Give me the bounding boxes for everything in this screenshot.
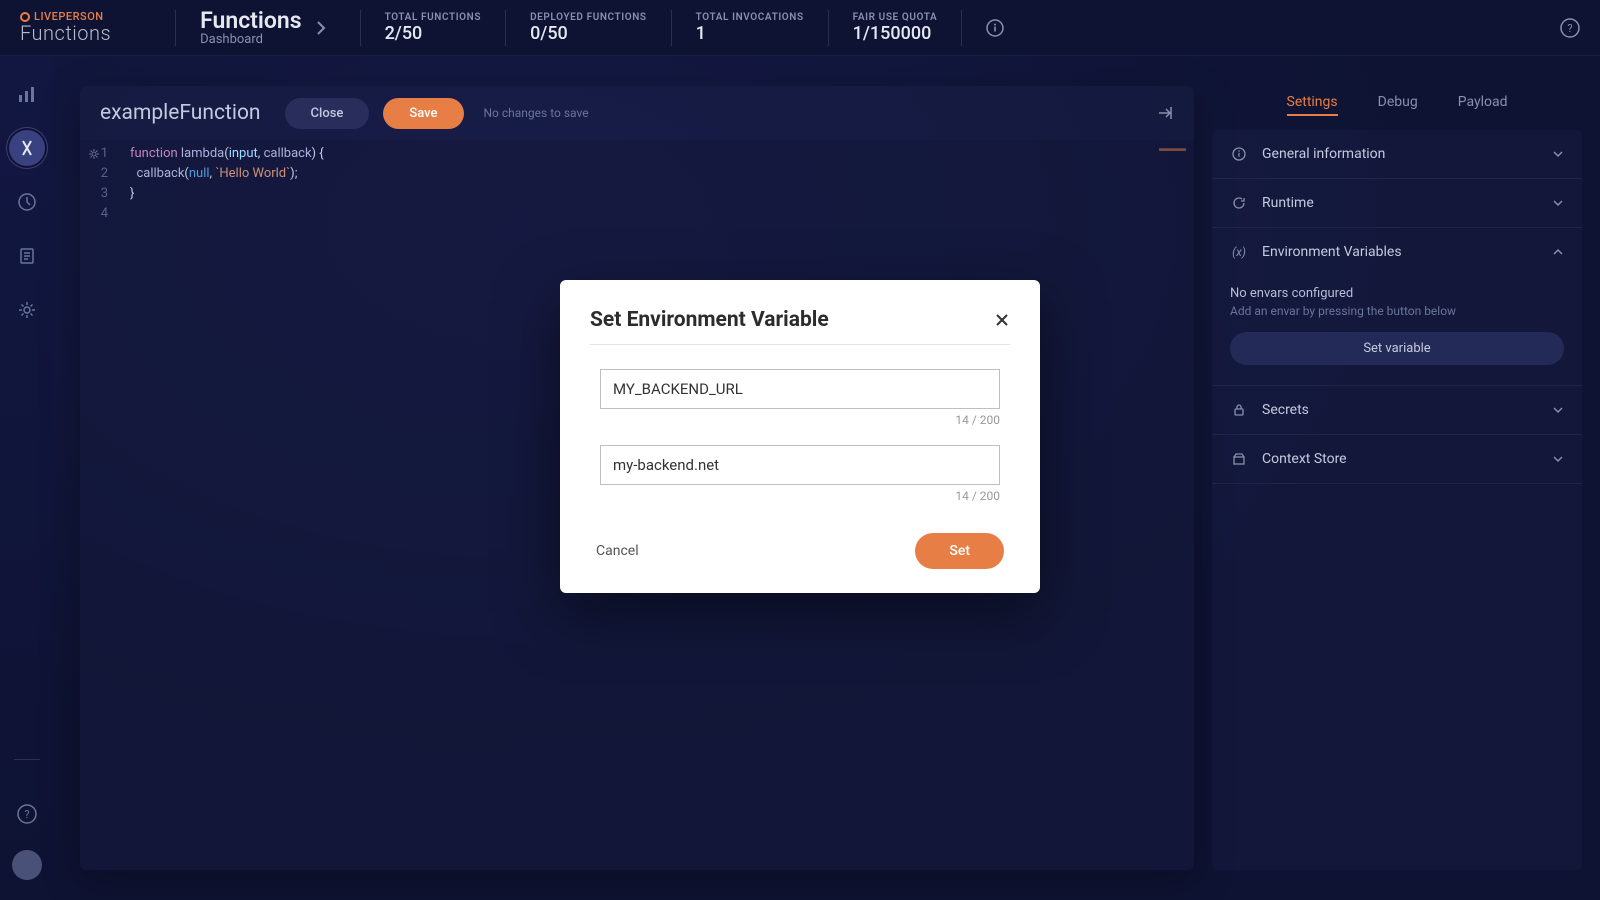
breadcrumb-title: Functions <box>200 9 301 32</box>
sidebar-item-logs[interactable] <box>9 238 45 274</box>
accordion-secrets[interactable]: Secrets <box>1212 386 1582 435</box>
set-variable-button[interactable]: Set variable <box>1230 332 1564 365</box>
code-line: 2 callback(null, `Hello World`); <box>80 164 1194 184</box>
stat-fair-use-quota: FAIR USE QUOTA 1/150000 <box>853 12 938 44</box>
envvar-value-input[interactable] <box>600 445 1000 485</box>
sidebar-item-analytics[interactable] <box>9 76 45 112</box>
settings-accordion: General information Runtime (x) Environm… <box>1212 130 1582 870</box>
code-line: 3 } <box>80 184 1194 204</box>
help-icon[interactable]: ? <box>1560 18 1580 38</box>
chevron-down-icon <box>1552 199 1564 207</box>
modal-title: Set Environment Variable <box>590 308 829 332</box>
accordion-context-store[interactable]: Context Store <box>1212 435 1582 484</box>
divider <box>175 10 176 46</box>
key-char-counter: 14 / 200 <box>600 413 1000 427</box>
envvars-empty-subtitle: Add an envar by pressing the button belo… <box>1230 304 1564 318</box>
left-sidebar: ? <box>0 56 54 900</box>
gear-icon[interactable] <box>88 148 100 160</box>
svg-text:?: ? <box>24 808 29 821</box>
tab-settings[interactable]: Settings <box>1287 94 1338 116</box>
stat-total-functions: TOTAL FUNCTIONS 2/50 <box>385 12 481 44</box>
stat-deployed-functions: DEPLOYED FUNCTIONS 0/50 <box>530 12 647 44</box>
chevron-down-icon <box>1552 150 1564 158</box>
brand-logo: LIVEPERSON Functions <box>20 10 111 45</box>
code-line: 1 function lambda(input, callback) { <box>80 144 1194 164</box>
cancel-button[interactable]: Cancel <box>596 543 639 559</box>
chevron-down-icon <box>1552 455 1564 463</box>
tab-debug[interactable]: Debug <box>1378 94 1418 116</box>
accordion-runtime[interactable]: Runtime <box>1212 179 1582 228</box>
code-line: 4 <box>80 204 1194 224</box>
divider <box>671 10 672 46</box>
divider <box>505 10 506 46</box>
info-icon[interactable] <box>986 19 1004 37</box>
lock-icon <box>1230 403 1248 417</box>
avatar[interactable] <box>12 850 42 880</box>
right-panel: Settings Debug Payload General informati… <box>1212 86 1582 870</box>
divider <box>590 344 1010 345</box>
breadcrumb[interactable]: Functions Dashboard <box>200 9 325 47</box>
sidebar-item-settings[interactable] <box>9 292 45 328</box>
sidebar-help-icon[interactable]: ? <box>9 796 45 832</box>
divider <box>828 10 829 46</box>
save-button[interactable]: Save <box>383 98 463 129</box>
divider <box>961 10 962 46</box>
minimap: ▬▬▬ <box>1159 143 1186 154</box>
stat-total-invocations: TOTAL INVOCATIONS 1 <box>696 12 804 44</box>
chevron-down-icon <box>1552 406 1564 414</box>
tabs-row: Settings Debug Payload <box>1212 86 1582 130</box>
refresh-icon <box>1230 196 1248 210</box>
sidebar-item-functions[interactable] <box>9 130 45 166</box>
variable-icon: (x) <box>1230 245 1248 259</box>
divider <box>360 10 361 46</box>
editor-header: exampleFunction Close Save No changes to… <box>80 86 1194 140</box>
top-header: LIVEPERSON Functions Functions Dashboard… <box>0 0 1600 56</box>
set-button[interactable]: Set <box>915 533 1004 569</box>
envvars-body: No envars configured Add an envar by pre… <box>1212 276 1582 385</box>
svg-text:?: ? <box>1567 22 1572 35</box>
envvar-key-input[interactable] <box>600 369 1000 409</box>
sidebar-divider <box>14 759 40 760</box>
set-envvar-modal: Set Environment Variable 14 / 200 14 / 2… <box>560 280 1040 593</box>
breadcrumb-subtitle: Dashboard <box>200 32 301 47</box>
function-name: exampleFunction <box>100 101 261 125</box>
close-button[interactable]: Close <box>285 98 370 129</box>
tab-payload[interactable]: Payload <box>1458 94 1508 116</box>
store-icon <box>1230 452 1248 466</box>
chevron-up-icon <box>1552 248 1564 256</box>
envvars-empty-title: No envars configured <box>1230 286 1564 301</box>
sidebar-item-schedules[interactable] <box>9 184 45 220</box>
save-hint: No changes to save <box>484 106 589 120</box>
close-icon[interactable] <box>994 312 1010 328</box>
exit-fullscreen-icon[interactable] <box>1156 104 1174 122</box>
accordion-envvars[interactable]: (x) Environment Variables No envars conf… <box>1212 228 1582 386</box>
chevron-right-icon <box>316 20 326 36</box>
value-char-counter: 14 / 200 <box>600 489 1000 503</box>
info-icon <box>1230 147 1248 161</box>
brand-bottom: Functions <box>20 21 111 45</box>
accordion-general[interactable]: General information <box>1212 130 1582 179</box>
